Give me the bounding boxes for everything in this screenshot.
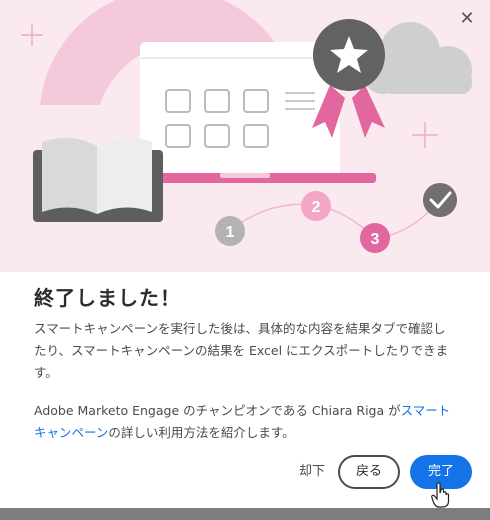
step-1-label: 1 <box>226 224 235 241</box>
hand-cursor-icon <box>431 482 450 508</box>
dialog-title: 終了しました！ <box>34 286 181 310</box>
onboarding-dialog: 1 2 3 ✕ 終了しました！ スマートキャンペーンを実行した後は、具体的な内容… <box>0 0 490 520</box>
back-button[interactable]: 戻る <box>338 455 400 489</box>
skip-button[interactable]: 却下 <box>292 455 332 489</box>
checkmark-icon <box>423 183 457 217</box>
champion-text-suffix: の詳しい利用方法を紹介します。 <box>108 425 295 440</box>
champion-paragraph: Adobe Marketo Engage のチャンピオンである Chiara R… <box>34 400 454 444</box>
award-badge-icon <box>312 19 385 138</box>
description-paragraph: スマートキャンペーンを実行した後は、具体的な内容を結果タブで確認したり、スマート… <box>34 321 449 380</box>
bottom-bar <box>0 508 490 520</box>
step-2-label: 2 <box>312 199 321 216</box>
illustration-graphic: 1 2 3 <box>21 0 472 253</box>
step-3: 3 <box>360 223 390 253</box>
close-icon: ✕ <box>459 8 475 29</box>
book-icon <box>33 137 163 222</box>
champion-text-prefix: Adobe Marketo Engage のチャンピオンである Chiara R… <box>34 403 401 418</box>
step-1: 1 <box>215 216 245 246</box>
close-button[interactable]: ✕ <box>454 6 480 32</box>
hero-illustration: 1 2 3 <box>0 0 490 272</box>
step-3-label: 3 <box>371 231 380 248</box>
progress-path <box>229 199 441 239</box>
step-2: 2 <box>301 191 331 221</box>
